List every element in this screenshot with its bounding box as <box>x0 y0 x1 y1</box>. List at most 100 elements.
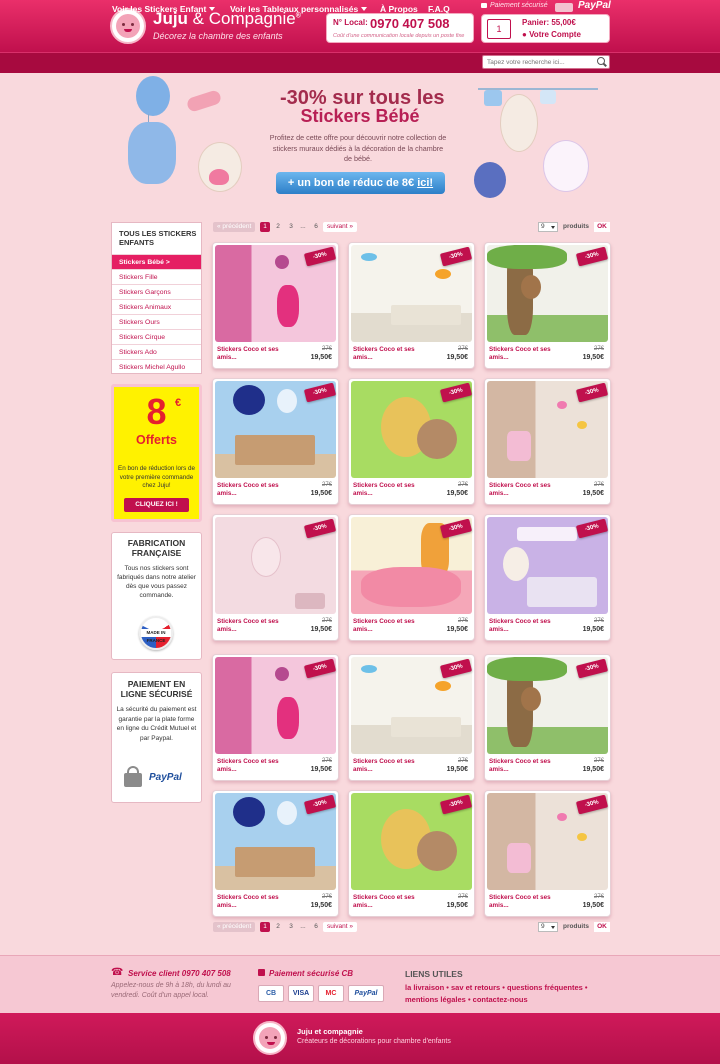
cart-box[interactable]: 1 Panier: 55,00€ ● Votre Compte <box>481 14 610 43</box>
footer-link[interactable]: sav et retours <box>451 983 500 992</box>
product-name[interactable]: Stickers Coco et ses amis... <box>217 758 287 774</box>
promo-voucher-button[interactable]: + un bon de réduc de 8€ ici! <box>276 172 445 194</box>
search-icon[interactable] <box>593 55 610 69</box>
product-card[interactable]: -30% Stickers Coco et ses amis... 27€ 19,50… <box>348 654 475 781</box>
nav-faq[interactable]: F.A.Q <box>428 4 450 14</box>
pagination-page[interactable]: 1 <box>260 922 270 932</box>
product-name[interactable]: Stickers Coco et ses amis... <box>353 482 423 498</box>
nav-stickers-enfant[interactable]: Voir les Stickers Enfant <box>112 4 216 14</box>
pagination-page[interactable]: 6 <box>311 922 321 932</box>
product-name[interactable]: Stickers Coco et ses amis... <box>217 618 287 634</box>
category-item[interactable]: Stickers Animaux <box>112 299 201 314</box>
made-in-france-box: FABRICATION FRANÇAISE Tous nos stickers … <box>111 532 202 660</box>
footer-brand-name: Juju et compagnie <box>297 1027 363 1036</box>
cart-icon[interactable]: 1 <box>487 19 511 39</box>
search-input[interactable] <box>482 55 610 69</box>
heart-icon <box>209 169 229 185</box>
product-name[interactable]: Stickers Coco et ses amis... <box>353 758 423 774</box>
leaves-icon <box>487 657 567 681</box>
per-page-ok-button[interactable]: OK <box>594 222 610 232</box>
pagination-ellipsis: ... <box>300 223 306 230</box>
voucher-promo-box[interactable]: 8 € Offerts En bon de réduction lors de … <box>111 384 202 522</box>
pagination-page[interactable]: 1 <box>260 222 270 232</box>
cart-total[interactable]: Panier: 55,00€ <box>522 18 576 27</box>
pagination-page[interactable]: 3 <box>286 222 296 232</box>
product-name[interactable]: Stickers Coco et ses amis... <box>353 894 423 910</box>
per-page-select[interactable]: 9 <box>538 222 558 232</box>
per-page-ok-button[interactable]: OK <box>594 922 610 932</box>
pagination-prev[interactable]: « précédent <box>213 922 256 932</box>
baby-clothes-icon <box>484 90 502 106</box>
teddy-bear-icon <box>503 547 529 581</box>
nav-a-propos[interactable]: À Propos <box>380 4 418 14</box>
product-card[interactable]: -30% Stickers Coco et ses amis... 27€ 19,50… <box>484 378 611 505</box>
voucher-button[interactable]: CLIQUEZ ICI ! <box>124 498 189 512</box>
footer-link[interactable]: la livraison <box>405 983 444 992</box>
pagination-next[interactable]: suivant » <box>323 222 358 232</box>
pagination-top: « précédent 1 2 3... 6 suivant » 9 produits OK <box>213 222 610 233</box>
secure-payment-box: PAIEMENT EN LIGNE SÉCURISÉ La sécurité d… <box>111 672 202 803</box>
product-card[interactable]: -30% Stickers Coco et ses amis... 27€ 19,50… <box>212 790 339 917</box>
category-item[interactable]: Stickers Michel Agullo <box>112 359 201 374</box>
product-name[interactable]: Stickers Coco et ses amis... <box>217 346 287 362</box>
product-price: 19,50€ <box>446 354 468 361</box>
product-card[interactable]: -30% Stickers Coco et ses amis... 27€ 19,50… <box>212 378 339 505</box>
footer-links: la livraison • sav et retours • question… <box>405 982 615 1006</box>
product-name[interactable]: Stickers Coco et ses amis... <box>489 346 559 362</box>
link-separator: • <box>465 995 473 1004</box>
pagination-page[interactable]: 3 <box>286 922 296 932</box>
pagination-prev[interactable]: « précédent <box>213 222 256 232</box>
product-name[interactable]: Stickers Coco et ses amis... <box>489 894 559 910</box>
account-link[interactable]: ● Votre Compte <box>522 30 581 39</box>
swing-girl-icon <box>277 697 299 739</box>
product-card[interactable]: -30% Stickers Coco et ses amis... 27€ 19,50… <box>484 654 611 781</box>
category-item[interactable]: Stickers Cirque <box>112 329 201 344</box>
footer-link[interactable]: questions fréquentes <box>507 983 583 992</box>
product-old-price: 27€ <box>593 618 604 624</box>
product-price: 19,50€ <box>310 490 332 497</box>
promo-voucher-link[interactable]: ici! <box>417 177 433 189</box>
category-item[interactable]: Stickers Ado <box>112 344 201 359</box>
per-page-select[interactable]: 9 <box>538 922 558 932</box>
product-name[interactable]: Stickers Coco et ses amis... <box>217 482 287 498</box>
product-price: 19,50€ <box>446 902 468 909</box>
product-name[interactable]: Stickers Coco et ses amis... <box>353 346 423 362</box>
phone-box: N° Local: 0970 407 508 Coût d'une commun… <box>326 13 474 43</box>
nav-tableaux[interactable]: Voir les Tableaux personnalisés <box>230 4 368 14</box>
category-item[interactable]: Stickers Fille <box>112 269 201 284</box>
product-name[interactable]: Stickers Coco et ses amis... <box>489 482 559 498</box>
logo-girl-icon <box>116 14 140 38</box>
paypal-logo: PayPal <box>149 772 182 783</box>
product-card[interactable]: -30% Stickers Coco et ses amis... 27€ 19,50… <box>484 242 611 369</box>
product-card[interactable]: -30% Stickers Coco et ses amis... 27€ 19,50… <box>348 514 475 641</box>
phone-number[interactable]: 0970 407 508 <box>370 16 450 31</box>
product-card[interactable]: -30% Stickers Coco et ses amis... 27€ 19,50… <box>348 790 475 917</box>
pagination-page[interactable]: 6 <box>311 222 321 232</box>
product-name[interactable]: Stickers Coco et ses amis... <box>489 618 559 634</box>
product-name[interactable]: Stickers Coco et ses amis... <box>353 618 423 634</box>
product-card[interactable]: -30% Stickers Coco et ses amis... 27€ 19,50… <box>348 378 475 505</box>
product-card[interactable]: -30% Stickers Coco et ses amis... 27€ 19,50… <box>212 242 339 369</box>
footer-link[interactable]: mentions légales <box>405 995 466 1004</box>
monkey-icon <box>521 275 541 299</box>
product-card[interactable]: -30% Stickers Coco et ses amis... 27€ 19,50… <box>212 654 339 781</box>
product-card[interactable]: -30% Stickers Coco et ses amis... 27€ 19,50… <box>212 514 339 641</box>
category-item[interactable]: Stickers Garçons <box>112 284 201 299</box>
product-card[interactable]: -30% Stickers Coco et ses amis... 27€ 19,50… <box>484 790 611 917</box>
product-old-price: 27€ <box>593 894 604 900</box>
pagination-next[interactable]: suivant » <box>323 922 358 932</box>
category-item[interactable]: Stickers Ours <box>112 314 201 329</box>
product-price: 19,50€ <box>310 354 332 361</box>
pagination-page[interactable]: 2 <box>273 922 283 932</box>
pagination-page[interactable]: 2 <box>273 222 283 232</box>
phone-note: Coût d'une communication locale depuis u… <box>333 33 465 39</box>
footer-link[interactable]: contactez-nous <box>473 995 528 1004</box>
brand-tagline: Décorez la chambre des enfants <box>153 31 283 41</box>
footer-logo[interactable] <box>253 1021 287 1055</box>
monkey-on-moon-icon <box>474 162 506 198</box>
product-name[interactable]: Stickers Coco et ses amis... <box>489 758 559 774</box>
product-card[interactable]: -30% Stickers Coco et ses amis... 27€ 19,50… <box>348 242 475 369</box>
product-name[interactable]: Stickers Coco et ses amis... <box>217 894 287 910</box>
product-card[interactable]: -30% Stickers Coco et ses amis... 27€ 19,50… <box>484 514 611 641</box>
category-item[interactable]: Stickers Bébé > <box>112 254 201 269</box>
